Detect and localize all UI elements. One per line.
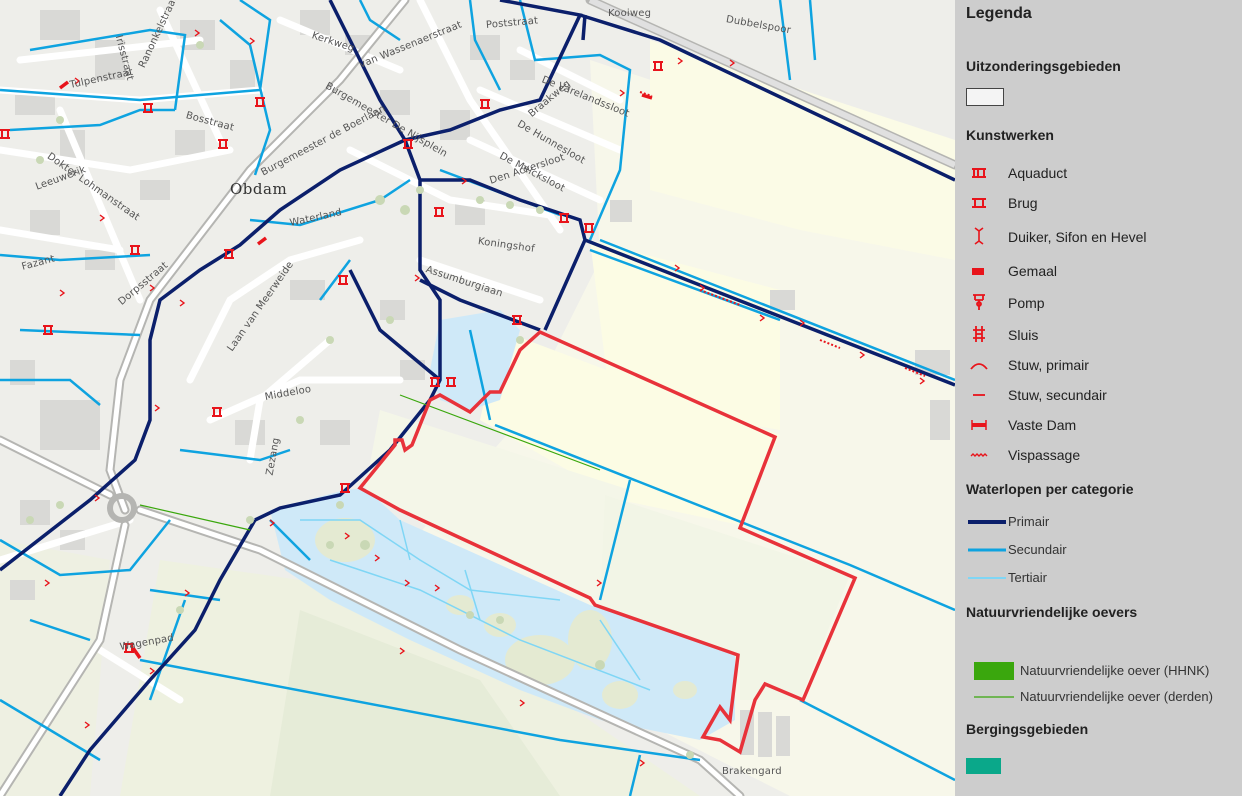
legend-item-sluis: Sluis xyxy=(966,324,1236,346)
sluis-icon xyxy=(973,326,985,342)
map-layer xyxy=(0,0,955,796)
gemaal-icon xyxy=(972,268,984,275)
legend-item-brug: Brug xyxy=(966,192,1236,214)
legend-title: Legenda xyxy=(966,5,1032,22)
legend-item-vaste-dam: Vaste Dam xyxy=(966,414,1236,436)
legend-item-stuw-primair: Stuw, primair xyxy=(966,354,1236,376)
vaste-dam-icon xyxy=(971,420,987,430)
legend-item-primair: Primair xyxy=(966,511,1236,533)
water-tertiary-swatch xyxy=(968,577,1006,579)
legend-item-stuw-secundair: Stuw, secundair xyxy=(966,384,1236,406)
legend-item-natuur-hhnk: Natuurvriendelijke oever (HHNK) xyxy=(966,660,1236,682)
legend-heading-kunstwerken: Kunstwerken xyxy=(966,127,1054,143)
legend-heading-waterlopen: Waterlopen per categorie xyxy=(966,481,1134,497)
place-label: Obdam xyxy=(230,180,288,198)
legend-item-secundair: Secundair xyxy=(966,539,1236,561)
vispassage-icon xyxy=(970,453,988,457)
berging-swatch xyxy=(966,758,1001,774)
legend-heading-natuur: Natuurvriendelijke oevers xyxy=(966,604,1138,620)
legend-item-vispassage: Vispassage xyxy=(966,444,1236,466)
legend-panel: Legenda Uitzonderingsgebieden Kunstwerke… xyxy=(955,0,1242,796)
aquaduct-icon xyxy=(972,168,986,178)
island xyxy=(602,681,638,709)
legend-item-pomp: Pomp xyxy=(966,292,1236,314)
pomp-icon xyxy=(973,294,985,310)
water-secondary-swatch xyxy=(968,548,1006,552)
legend-heading-berging: Bergingsgebieden xyxy=(966,721,1089,737)
legend-item-gemaal: Gemaal xyxy=(966,260,1236,282)
natuur-hhnk-swatch xyxy=(974,662,1014,680)
map-canvas[interactable]: Irisstraat Ranonkelstraat Tulpenstraat Boss… xyxy=(0,0,955,796)
stuw-primair-icon xyxy=(970,363,988,370)
natuur-derden-swatch xyxy=(974,696,1014,698)
island xyxy=(673,681,697,699)
street-label: Kooiweg xyxy=(608,8,652,19)
legend-item-tertiair: Tertiair xyxy=(966,567,1236,589)
street-label: Brakengard xyxy=(722,766,782,777)
uitzondering-swatch xyxy=(966,88,1004,106)
legend-item-duiker: Duiker, Sifon en Hevel xyxy=(966,226,1236,248)
legend-item-natuur-derden: Natuurvriendelijke oever (derden) xyxy=(966,686,1236,708)
water-primary-swatch xyxy=(968,520,1006,524)
legend-item-aquaduct: Aquaduct xyxy=(966,162,1236,184)
legend-heading-uitzondering: Uitzonderingsgebieden xyxy=(966,58,1121,74)
stuw-secundair-icon xyxy=(973,394,985,396)
brug-icon xyxy=(972,198,986,208)
duiker-icon xyxy=(974,227,984,245)
